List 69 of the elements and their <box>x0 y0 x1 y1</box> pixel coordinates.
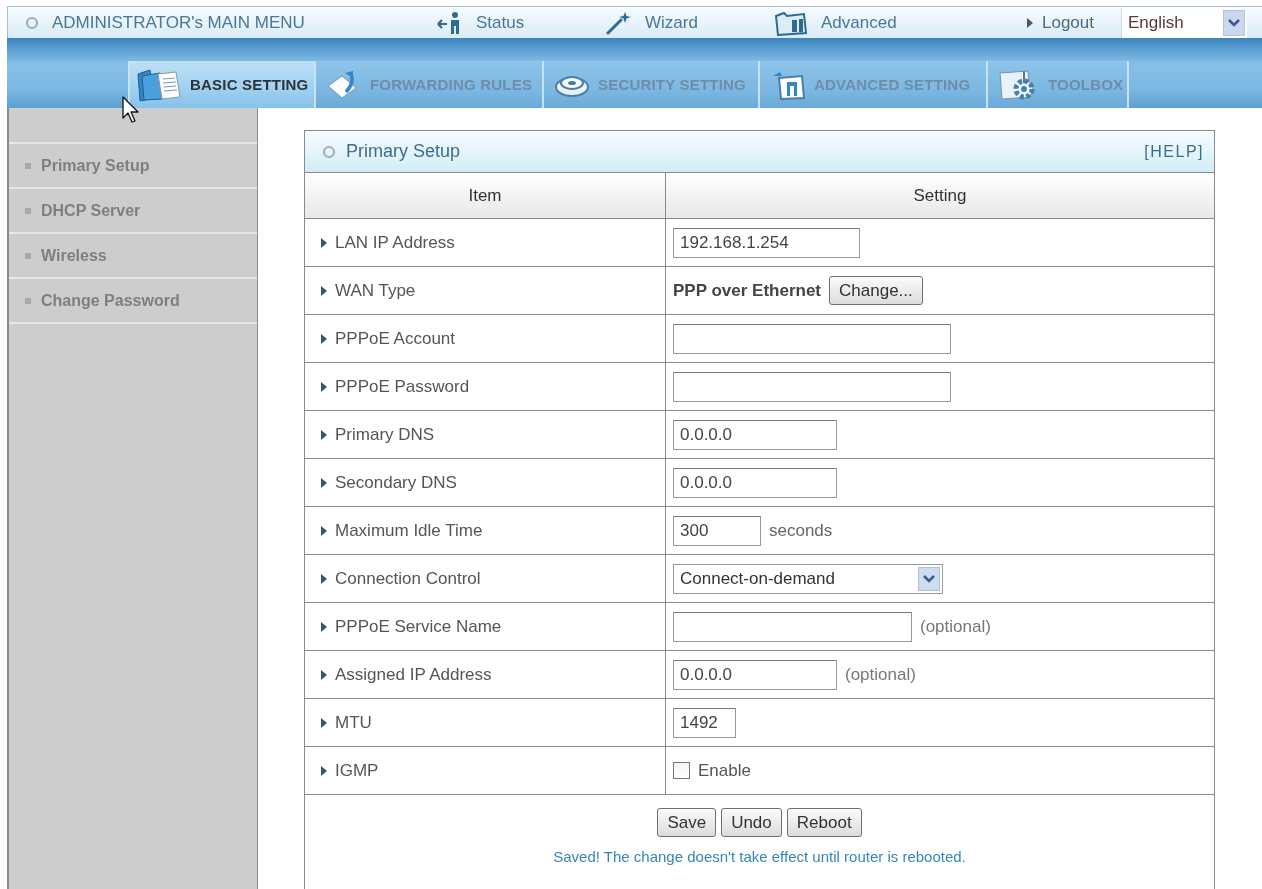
nav-link[interactable]: Advanced <box>774 9 897 36</box>
triangle-icon <box>321 477 327 488</box>
input-field[interactable]: 300 <box>673 515 761 546</box>
ring-icon <box>322 144 336 159</box>
input-field[interactable] <box>673 371 951 402</box>
nav-link[interactable]: Status <box>437 10 525 35</box>
triangle-icon <box>321 285 327 296</box>
row-label: Primary DNS <box>335 424 435 445</box>
input-field[interactable]: 0.0.0.0 <box>673 467 837 498</box>
undo-button[interactable]: Undo <box>721 808 782 837</box>
chevron-down-icon <box>918 566 940 591</box>
menu-title: ADMINISTRATOR's MAIN MENU <box>52 12 305 33</box>
row-label: PPPoE Password <box>335 376 470 397</box>
dropdown-select[interactable]: Connect-on-demand <box>673 563 943 594</box>
triangle-icon <box>321 381 327 392</box>
triangle-icon <box>321 765 327 776</box>
row-label: MTU <box>335 712 372 733</box>
row-label: PPPoE Account <box>335 328 456 349</box>
triangle-icon <box>321 237 327 248</box>
status-message: Saved! The change doesn't take effect until router is rebooted. <box>553 848 966 865</box>
folder-icon <box>774 9 808 36</box>
input-field[interactable]: 0.0.0.0 <box>673 419 837 450</box>
triangle-icon <box>321 429 327 440</box>
folder-icon <box>136 67 182 102</box>
input-field[interactable] <box>673 611 912 642</box>
chevron-down-icon <box>1223 9 1245 36</box>
column-header: Setting <box>912 184 968 207</box>
help-link[interactable]: [HELP] <box>1144 142 1204 161</box>
wand-icon <box>604 10 632 35</box>
triangle-icon <box>1027 17 1033 28</box>
row-label: IGMP <box>335 760 379 781</box>
hint-text: (optional) <box>845 664 916 685</box>
save-button[interactable]: Save <box>657 808 717 837</box>
change-button[interactable]: Change... <box>829 276 923 305</box>
reboot-button[interactable]: Reboot <box>786 808 862 837</box>
hint-text: (optional) <box>920 616 991 637</box>
language-select[interactable]: English <box>1121 7 1247 38</box>
row-label: Assigned IP Address <box>335 664 492 685</box>
wan-type-text: PPP over Ethernet <box>673 280 822 301</box>
triangle-icon <box>321 333 327 344</box>
unit-text: seconds <box>769 520 833 541</box>
checkbox-label: Enable <box>698 760 751 781</box>
input-field[interactable]: 192.168.1.254 <box>673 227 860 258</box>
checkbox[interactable] <box>673 762 690 779</box>
column-header: Item <box>305 173 666 218</box>
nav-link[interactable]: Wizard <box>604 10 698 35</box>
mouse-pointer-icon <box>122 96 140 124</box>
panel-title: Primary Setup <box>346 141 461 162</box>
bullet-icon <box>25 162 31 169</box>
input-field[interactable]: 0.0.0.0 <box>673 659 837 690</box>
row-label: Connection Control <box>335 568 481 589</box>
bullet-icon <box>25 252 31 259</box>
tab[interactable]: BASIC SETTING <box>128 61 314 108</box>
row-label: WAN Type <box>335 280 416 301</box>
row-label: Secondary DNS <box>335 472 457 493</box>
triangle-icon <box>321 573 327 584</box>
triangle-icon <box>321 669 327 680</box>
input-field[interactable] <box>673 323 951 354</box>
bullet-icon <box>25 207 31 214</box>
triangle-icon <box>321 717 327 728</box>
triangle-icon <box>321 525 327 536</box>
row-label: PPPoE Service Name <box>335 616 502 637</box>
nav-link[interactable]: Logout <box>1027 12 1094 33</box>
row-label: LAN IP Address <box>335 232 455 253</box>
triangle-icon <box>321 621 327 632</box>
row-label: Maximum Idle Time <box>335 520 483 541</box>
input-field[interactable]: 1492 <box>673 707 736 738</box>
bullet-icon <box>25 297 31 304</box>
ring-icon <box>25 15 39 30</box>
